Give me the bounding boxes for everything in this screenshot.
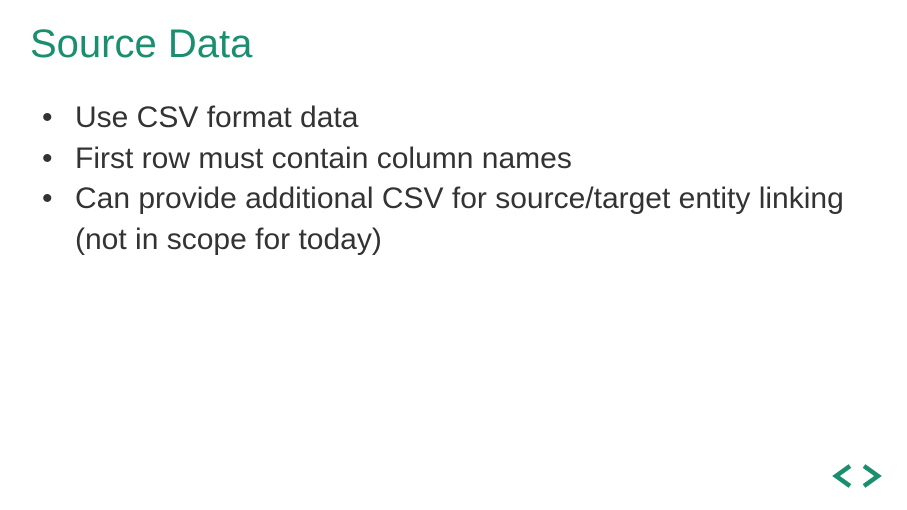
bullet-item: Use CSV format data — [40, 98, 877, 139]
slide-content: Source Data Use CSV format data First ro… — [0, 0, 907, 280]
slide-title: Source Data — [30, 20, 877, 68]
brand-logo-icon — [832, 462, 882, 490]
bullet-item: First row must contain column names — [40, 139, 877, 180]
bullet-list: Use CSV format data First row must conta… — [30, 98, 877, 260]
bullet-item: Can provide additional CSV for source/ta… — [40, 179, 877, 260]
